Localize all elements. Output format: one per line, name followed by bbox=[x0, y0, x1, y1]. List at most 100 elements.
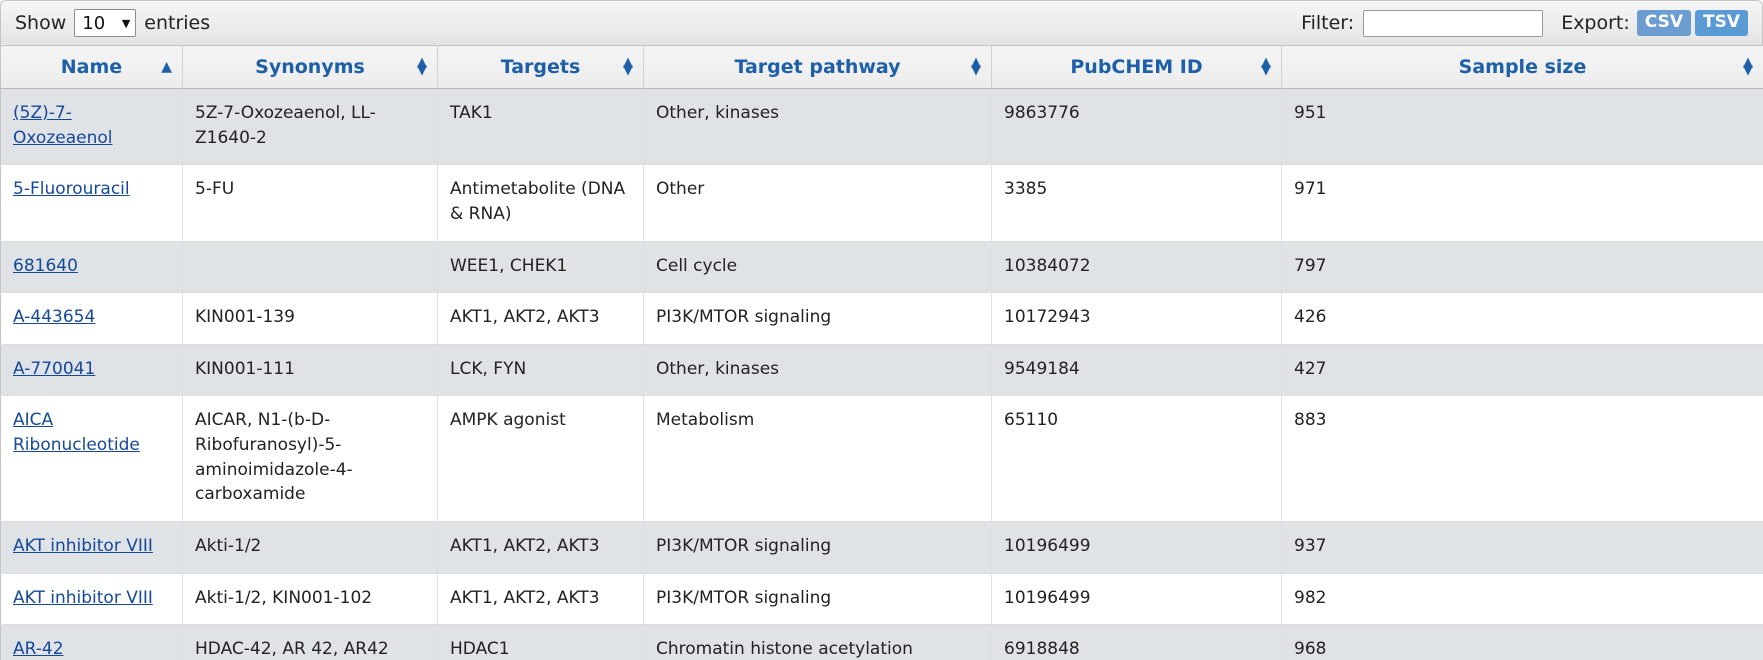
cell-sample-size: 971 bbox=[1282, 165, 1763, 241]
cell-pubchem-id: 10196499 bbox=[992, 522, 1282, 574]
cell-name: A-770041 bbox=[1, 344, 183, 396]
cell-sample-size: 982 bbox=[1282, 573, 1763, 625]
column-header-pubchem-id-label: PubCHEM ID bbox=[1070, 56, 1202, 78]
export-control: Export: CSV TSV bbox=[1561, 10, 1748, 36]
cell-targets: AKT1, AKT2, AKT3 bbox=[438, 293, 644, 345]
cell-pubchem-id: 65110 bbox=[992, 396, 1282, 522]
page-length-value: 10 bbox=[82, 13, 105, 34]
cell-synonyms: AICAR, N1-(b-D-Ribofuranosyl)-5-aminoimi… bbox=[183, 396, 438, 522]
cell-targets: AKT1, AKT2, AKT3 bbox=[438, 573, 644, 625]
cell-name: AR-42 bbox=[1, 625, 183, 660]
cell-pubchem-id: 10196499 bbox=[992, 573, 1282, 625]
cell-targets: AKT1, AKT2, AKT3 bbox=[438, 522, 644, 574]
drug-name-link[interactable]: AICA Ribonucleotide bbox=[13, 410, 140, 455]
cell-targets: HDAC1 bbox=[438, 625, 644, 660]
sort-ascending-icon: ▲ bbox=[161, 63, 172, 72]
column-header-targets-label: Targets bbox=[501, 56, 581, 78]
sort-both-icon: ▲▼ bbox=[623, 59, 633, 75]
table-row: AR-42 HDAC-42, AR 42, AR42 HDAC1 Chromat… bbox=[1, 625, 1763, 660]
column-header-target-pathway[interactable]: Target pathway ▲▼ bbox=[644, 46, 992, 89]
table-row: AICA Ribonucleotide AICAR, N1-(b-D-Ribof… bbox=[1, 396, 1763, 522]
filter-input[interactable] bbox=[1363, 10, 1543, 37]
cell-sample-size: 797 bbox=[1282, 241, 1763, 293]
cell-name: A-443654 bbox=[1, 293, 183, 345]
cell-target-pathway: PI3K/MTOR signaling bbox=[644, 522, 992, 574]
cell-target-pathway: Cell cycle bbox=[644, 241, 992, 293]
table-row: AKT inhibitor VIII Akti-1/2 AKT1, AKT2, … bbox=[1, 522, 1763, 574]
cell-sample-size: 937 bbox=[1282, 522, 1763, 574]
chevron-down-icon: ▼ bbox=[122, 18, 130, 29]
cell-synonyms: KIN001-111 bbox=[183, 344, 438, 396]
filter-label: Filter: bbox=[1301, 12, 1354, 34]
page-length-control: Show 10 ▼ entries bbox=[15, 9, 210, 37]
cell-targets: LCK, FYN bbox=[438, 344, 644, 396]
cell-pubchem-id: 9863776 bbox=[992, 89, 1282, 165]
export-tsv-button[interactable]: TSV bbox=[1695, 10, 1748, 36]
drug-name-link[interactable]: A-443654 bbox=[13, 307, 95, 327]
cell-pubchem-id: 10172943 bbox=[992, 293, 1282, 345]
table-controls-bar: Show 10 ▼ entries Filter: Export: CSV TS… bbox=[0, 0, 1763, 45]
sort-both-icon: ▲▼ bbox=[417, 59, 427, 75]
cell-target-pathway: Other bbox=[644, 165, 992, 241]
table-row: A-770041 KIN001-111 LCK, FYN Other, kina… bbox=[1, 344, 1763, 396]
cell-target-pathway: Chromatin histone acetylation bbox=[644, 625, 992, 660]
cell-synonyms: KIN001-139 bbox=[183, 293, 438, 345]
table-header-row: Name ▲ Synonyms ▲▼ Targets ▲▼ bbox=[1, 46, 1763, 89]
table-row: 5-Fluorouracil 5-FU Antimetabolite (DNA … bbox=[1, 165, 1763, 241]
page-length-select[interactable]: 10 ▼ bbox=[74, 9, 136, 37]
cell-name: (5Z)-7-Oxozeaenol bbox=[1, 89, 183, 165]
table-row: AKT inhibitor VIII Akti-1/2, KIN001-102 … bbox=[1, 573, 1763, 625]
table-row: 681640 WEE1, CHEK1 Cell cycle 10384072 7… bbox=[1, 241, 1763, 293]
cell-name: AKT inhibitor VIII bbox=[1, 522, 183, 574]
drug-name-link[interactable]: AR-42 bbox=[13, 639, 64, 659]
drug-name-link[interactable]: A-770041 bbox=[13, 359, 95, 379]
cell-name: 681640 bbox=[1, 241, 183, 293]
cell-targets: AMPK agonist bbox=[438, 396, 644, 522]
cell-targets: Antimetabolite (DNA & RNA) bbox=[438, 165, 644, 241]
drug-name-link[interactable]: AKT inhibitor VIII bbox=[13, 536, 153, 556]
drug-name-link[interactable]: 681640 bbox=[13, 256, 78, 276]
column-header-name[interactable]: Name ▲ bbox=[1, 46, 183, 89]
column-header-pubchem-id[interactable]: PubCHEM ID ▲▼ bbox=[992, 46, 1282, 89]
table-body: (5Z)-7-Oxozeaenol 5Z-7-Oxozeaenol, LL-Z1… bbox=[1, 89, 1763, 660]
cell-name: AKT inhibitor VIII bbox=[1, 573, 183, 625]
cell-sample-size: 427 bbox=[1282, 344, 1763, 396]
sort-both-icon: ▲▼ bbox=[1743, 59, 1753, 75]
cell-sample-size: 951 bbox=[1282, 89, 1763, 165]
cell-pubchem-id: 3385 bbox=[992, 165, 1282, 241]
cell-target-pathway: PI3K/MTOR signaling bbox=[644, 573, 992, 625]
column-header-sample-size[interactable]: Sample size ▲▼ bbox=[1282, 46, 1763, 89]
drug-name-link[interactable]: 5-Fluorouracil bbox=[13, 179, 130, 199]
column-header-targets[interactable]: Targets ▲▼ bbox=[438, 46, 644, 89]
table-header: Name ▲ Synonyms ▲▼ Targets ▲▼ bbox=[1, 46, 1763, 89]
right-controls-group: Filter: Export: CSV TSV bbox=[1301, 10, 1748, 37]
export-label: Export: bbox=[1561, 12, 1630, 34]
entries-label: entries bbox=[144, 12, 210, 34]
export-csv-button[interactable]: CSV bbox=[1637, 10, 1691, 36]
cell-targets: WEE1, CHEK1 bbox=[438, 241, 644, 293]
cell-targets: TAK1 bbox=[438, 89, 644, 165]
cell-sample-size: 968 bbox=[1282, 625, 1763, 660]
cell-pubchem-id: 9549184 bbox=[992, 344, 1282, 396]
column-header-name-label: Name bbox=[61, 56, 122, 78]
cell-sample-size: 883 bbox=[1282, 396, 1763, 522]
cell-pubchem-id: 6918848 bbox=[992, 625, 1282, 660]
cell-synonyms: 5-FU bbox=[183, 165, 438, 241]
cell-synonyms: HDAC-42, AR 42, AR42 bbox=[183, 625, 438, 660]
column-header-synonyms-label: Synonyms bbox=[255, 56, 365, 78]
table-row: (5Z)-7-Oxozeaenol 5Z-7-Oxozeaenol, LL-Z1… bbox=[1, 89, 1763, 165]
drug-name-link[interactable]: AKT inhibitor VIII bbox=[13, 588, 153, 608]
cell-synonyms: Akti-1/2 bbox=[183, 522, 438, 574]
cell-name: 5-Fluorouracil bbox=[1, 165, 183, 241]
sort-both-icon: ▲▼ bbox=[971, 59, 981, 75]
drug-name-link[interactable]: (5Z)-7-Oxozeaenol bbox=[13, 103, 112, 148]
cell-name: AICA Ribonucleotide bbox=[1, 396, 183, 522]
cell-sample-size: 426 bbox=[1282, 293, 1763, 345]
datatable-container: Show 10 ▼ entries Filter: Export: CSV TS… bbox=[0, 0, 1763, 660]
table-row: A-443654 KIN001-139 AKT1, AKT2, AKT3 PI3… bbox=[1, 293, 1763, 345]
show-label: Show bbox=[15, 12, 66, 34]
cell-synonyms: 5Z-7-Oxozeaenol, LL-Z1640-2 bbox=[183, 89, 438, 165]
cell-target-pathway: Metabolism bbox=[644, 396, 992, 522]
column-header-synonyms[interactable]: Synonyms ▲▼ bbox=[183, 46, 438, 89]
cell-pubchem-id: 10384072 bbox=[992, 241, 1282, 293]
